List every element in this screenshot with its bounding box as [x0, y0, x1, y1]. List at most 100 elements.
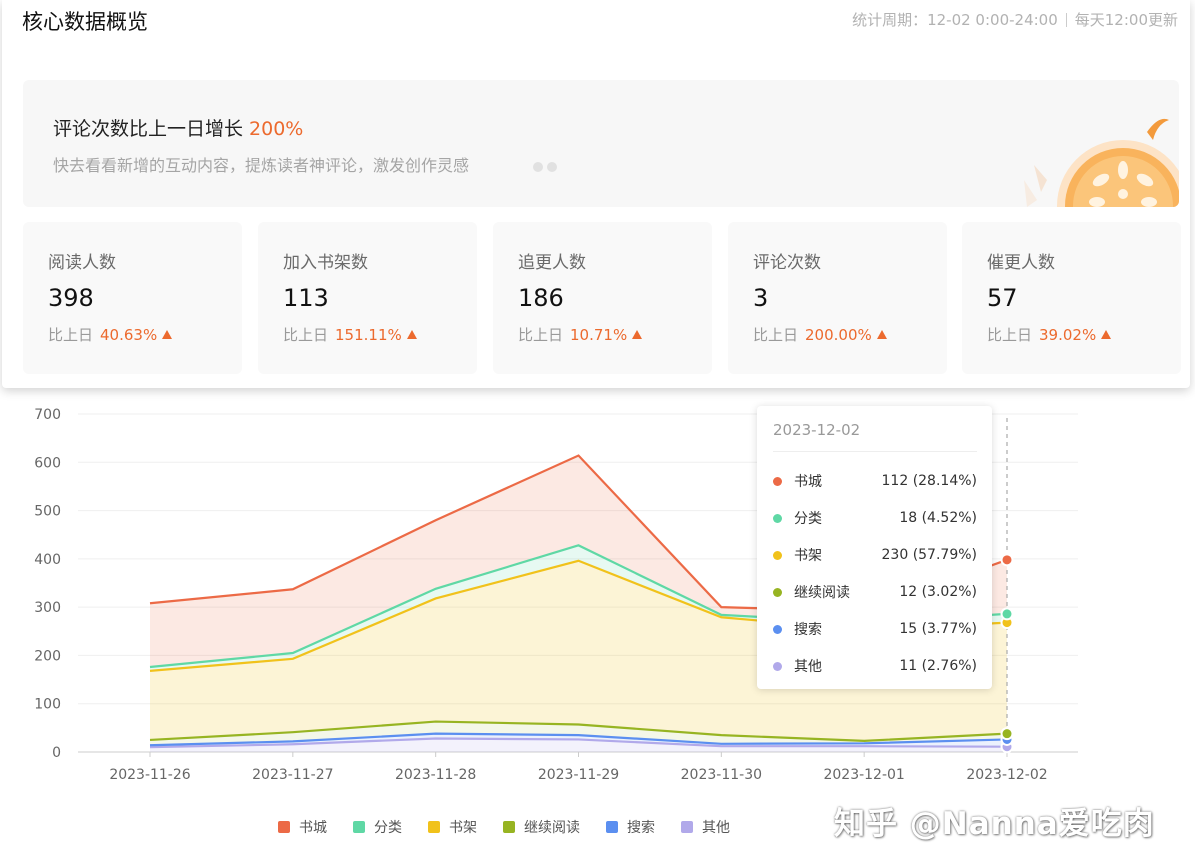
comparison-value: 200.00% — [805, 325, 872, 344]
comparison-label: 比上日 — [753, 326, 799, 344]
series-dot — [773, 513, 782, 523]
chart-tooltip: 2023-12-02 书城 112 (28.14%) 分类 18 (4.52%) 书… — [757, 406, 992, 689]
legend-swatch — [428, 821, 440, 833]
tooltip-row: 分类 18 (4.52%) — [773, 508, 977, 528]
x-tick-label: 2023-11-29 — [538, 767, 619, 783]
tooltip-row: 其他 11 (2.76%) — [773, 656, 977, 676]
tooltip-series-name: 分类 — [794, 511, 822, 527]
metric-comparison: 比上日 39.02% — [987, 324, 1112, 345]
metric-comparison: 比上日 151.11% — [283, 324, 417, 345]
legend-item[interactable]: 继续阅读 — [503, 817, 580, 837]
metrics-row: 阅读人数 398 比上日 40.63% 加入书架数 113 比上日 151.11% … — [23, 222, 1181, 374]
tooltip-row: 书城 112 (28.14%) — [773, 471, 977, 491]
tooltip-row: 搜索 15 (3.77%) — [773, 619, 977, 639]
metric-label: 加入书架数 — [283, 253, 368, 273]
x-tick-label: 2023-11-30 — [681, 767, 762, 783]
legend-swatch — [278, 821, 290, 833]
metric-comparison: 比上日 40.63% — [48, 324, 173, 345]
tooltip-row: 书架 230 (57.79%) — [773, 545, 977, 565]
legend-item[interactable]: 搜索 — [606, 817, 655, 837]
legend-item[interactable]: 书架 — [428, 817, 477, 837]
tooltip-series-name: 其他 — [794, 659, 822, 675]
y-tick-label: 600 — [34, 455, 61, 471]
comparison-value: 10.71% — [570, 325, 628, 344]
banner-carousel-dots[interactable] — [533, 157, 561, 176]
metric-value: 113 — [283, 284, 329, 312]
y-tick-label: 0 — [52, 745, 61, 761]
x-tick-label: 2023-11-28 — [395, 767, 476, 783]
tooltip-series-name: 搜索 — [794, 622, 822, 638]
tooltip-series-name: 书架 — [794, 548, 822, 564]
metric-value: 398 — [48, 284, 94, 312]
tooltip-series-name: 书城 — [794, 474, 822, 490]
metric-label: 阅读人数 — [48, 253, 116, 273]
tooltip-series-value: 230 (57.79%) — [881, 547, 977, 563]
point-marker-继续阅读 — [1000, 727, 1014, 741]
stats-period: 统计周期：12-02 0:00-24:00 每天12:00更新 — [852, 9, 1178, 30]
tooltip-row: 继续阅读 12 (3.02%) — [773, 582, 977, 602]
y-tick-label: 200 — [34, 648, 61, 664]
legend-swatch — [681, 821, 693, 833]
legend-label: 书城 — [299, 820, 327, 836]
y-tick-label: 300 — [34, 600, 61, 616]
banner-subtitle: 快去看看新增的互动内容，提炼读者神评论，激发创作灵感 — [53, 156, 470, 175]
metric-card-comments[interactable]: 评论次数 3 比上日 200.00% — [728, 222, 947, 374]
metric-card-readers[interactable]: 阅读人数 398 比上日 40.63% — [23, 222, 242, 374]
metric-comparison: 比上日 10.71% — [518, 324, 643, 345]
chart-legend: 书城 分类 书架 继续阅读 搜索 其他 — [278, 817, 756, 837]
legend-item[interactable]: 书城 — [278, 817, 327, 837]
metric-label: 催更人数 — [987, 253, 1055, 273]
metric-comparison: 比上日 200.00% — [753, 324, 887, 345]
legend-swatch — [606, 821, 618, 833]
legend-label: 继续阅读 — [524, 820, 580, 836]
metric-card-followers[interactable]: 追更人数 186 比上日 10.71% — [493, 222, 712, 374]
legend-swatch — [503, 821, 515, 833]
legend-item[interactable]: 其他 — [681, 817, 730, 837]
metric-card-bookshelf-adds[interactable]: 加入书架数 113 比上日 151.11% — [258, 222, 477, 374]
triangle-up-icon — [876, 330, 887, 339]
legend-swatch — [353, 821, 365, 833]
comparison-value: 40.63% — [100, 325, 158, 344]
tooltip-series-value: 18 (4.52%) — [899, 510, 977, 526]
banner-headline: 评论次数比上一日增长 200% — [53, 114, 303, 141]
carousel-dot[interactable] — [533, 162, 543, 172]
core-data-overview-card: 核心数据概览 统计周期：12-02 0:00-24:00 每天12:00更新 评… — [2, 0, 1190, 388]
series-dot — [773, 661, 782, 671]
x-tick-label: 2023-12-02 — [966, 767, 1047, 783]
traffic-source-area-chart[interactable]: 0 100 200 300 400 500 600 700 2023-11-26 2023-11-… — [0, 388, 1195, 868]
series-dot — [773, 587, 782, 597]
triangle-up-icon — [162, 330, 173, 339]
metric-label: 评论次数 — [753, 253, 821, 273]
legend-label: 搜索 — [627, 820, 655, 836]
watermark: 知乎 @Nanna爱吃肉 — [834, 806, 1155, 842]
period-text: 统计周期：12-02 0:00-24:00 — [852, 11, 1058, 29]
carousel-dot[interactable] — [547, 162, 557, 172]
promo-banner[interactable]: 评论次数比上一日增长 200% 快去看看新增的互动内容，提炼读者神评论，激发创作灵… — [23, 80, 1179, 207]
orange-slice-illustration — [1024, 118, 1179, 207]
triangle-up-icon — [632, 330, 643, 339]
metric-value: 57 — [987, 284, 1018, 312]
y-tick-label: 500 — [34, 504, 61, 520]
legend-item[interactable]: 分类 — [353, 817, 402, 837]
tooltip-series-value: 112 (28.14%) — [881, 473, 977, 489]
triangle-up-icon — [1101, 330, 1112, 339]
overview-title: 核心数据概览 — [22, 10, 148, 34]
x-tick-label: 2023-11-27 — [252, 767, 333, 783]
tooltip-series-value: 12 (3.02%) — [899, 584, 977, 600]
tooltip-date: 2023-12-02 — [773, 421, 861, 439]
x-tick-label: 2023-11-26 — [109, 767, 190, 783]
comparison-label: 比上日 — [518, 326, 564, 344]
metric-label: 追更人数 — [518, 253, 586, 273]
metric-value: 3 — [753, 284, 769, 312]
comparison-label: 比上日 — [48, 326, 94, 344]
metric-card-update-requests[interactable]: 催更人数 57 比上日 39.02% — [962, 222, 1181, 374]
comparison-label: 比上日 — [283, 326, 329, 344]
series-dot — [773, 476, 782, 486]
y-tick-label: 400 — [34, 552, 61, 568]
y-tick-label: 700 — [34, 407, 61, 423]
legend-label: 其他 — [702, 820, 730, 836]
series-dot — [773, 624, 782, 634]
tooltip-series-value: 15 (3.77%) — [899, 621, 977, 637]
tooltip-series-value: 11 (2.76%) — [899, 658, 977, 674]
metric-value: 186 — [518, 284, 564, 312]
